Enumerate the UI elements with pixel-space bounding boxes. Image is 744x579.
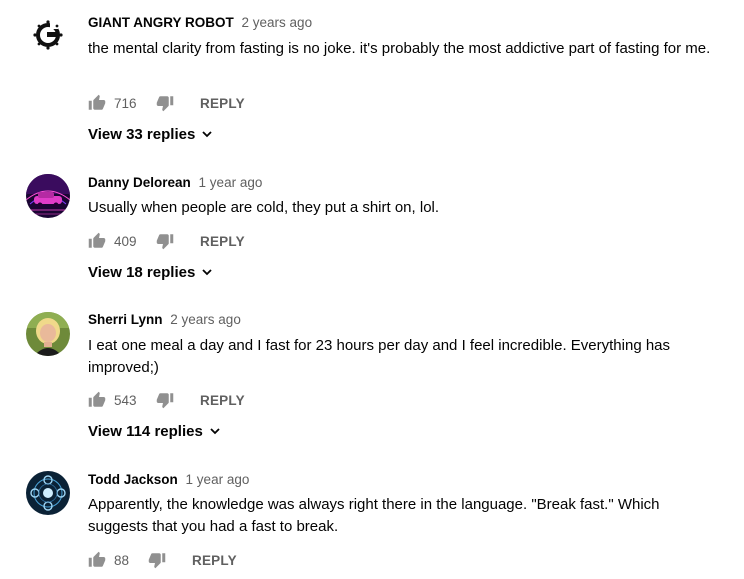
synthwave-car-icon (26, 174, 70, 218)
thumbs-up-icon[interactable] (88, 391, 106, 409)
author-name[interactable]: GIANT ANGRY ROBOT (88, 15, 234, 30)
like-count: 88 (114, 553, 130, 568)
chevron-down-icon (201, 127, 213, 144)
comment-text: Apparently, the knowledge was always rig… (88, 496, 660, 535)
comment-text: Usually when people are cold, they put a… (88, 199, 440, 216)
comment-header: Danny Delorean 1 year ago (88, 175, 262, 190)
comment-header: Todd Jackson 1 year ago (88, 472, 249, 487)
comment-text: the mental clarity from fasting is no jo… (88, 40, 711, 57)
portrait-photo-icon (26, 312, 70, 356)
thumbs-down-icon[interactable] (148, 551, 166, 569)
reply-button[interactable]: REPLY (200, 232, 245, 252)
thumbs-up-icon[interactable] (88, 232, 106, 250)
glowing-orbs-icon (26, 471, 70, 515)
reply-button[interactable]: REPLY (200, 94, 245, 114)
view-replies-label: View 18 replies (88, 264, 196, 281)
comment-header: Sherri Lynn 2 years ago (88, 312, 241, 327)
author-name[interactable]: Sherri Lynn (88, 312, 163, 327)
comment-text: I eat one meal a day and I fast for 23 h… (88, 337, 671, 376)
view-replies-label: View 33 replies (88, 126, 196, 143)
thumbs-down-icon[interactable] (156, 94, 174, 112)
chevron-down-icon (209, 424, 221, 441)
comment-timestamp[interactable]: 2 years ago (170, 312, 241, 327)
reply-button[interactable]: REPLY (192, 551, 237, 571)
view-replies-button[interactable]: View 114 replies (88, 423, 221, 441)
thumbs-down-icon[interactable] (156, 232, 174, 250)
like-count: 409 (114, 234, 137, 249)
comment-timestamp[interactable]: 1 year ago (199, 175, 263, 190)
giant-angry-robot-logo-icon (26, 13, 70, 57)
thumbs-up-icon[interactable] (88, 94, 106, 112)
comment-thread: GIANT ANGRY ROBOT 2 years ago the mental… (0, 0, 744, 150)
avatar[interactable] (26, 471, 70, 515)
author-name[interactable]: Danny Delorean (88, 175, 191, 190)
avatar[interactable] (26, 13, 70, 57)
like-count: 543 (114, 393, 137, 408)
reply-button[interactable]: REPLY (200, 391, 245, 411)
view-replies-label: View 114 replies (88, 423, 203, 440)
thumbs-up-icon[interactable] (88, 551, 106, 569)
comment-timestamp[interactable]: 2 years ago (242, 15, 313, 30)
avatar[interactable] (26, 312, 70, 356)
comment-thread: Todd Jackson 1 year ago Apparently, the … (0, 460, 744, 579)
like-count: 716 (114, 96, 137, 111)
thumbs-down-icon[interactable] (156, 391, 174, 409)
view-replies-button[interactable]: View 33 replies (88, 126, 213, 144)
chevron-down-icon (201, 265, 213, 282)
comment-thread: Danny Delorean 1 year ago Usually when p… (0, 150, 744, 290)
comment-timestamp[interactable]: 1 year ago (186, 472, 250, 487)
comment-thread: Sherri Lynn 2 years ago I eat one meal a… (0, 290, 744, 460)
author-name[interactable]: Todd Jackson (88, 472, 178, 487)
view-replies-button[interactable]: View 18 replies (88, 264, 213, 282)
avatar[interactable] (26, 174, 70, 218)
comment-header: GIANT ANGRY ROBOT 2 years ago (88, 15, 312, 30)
